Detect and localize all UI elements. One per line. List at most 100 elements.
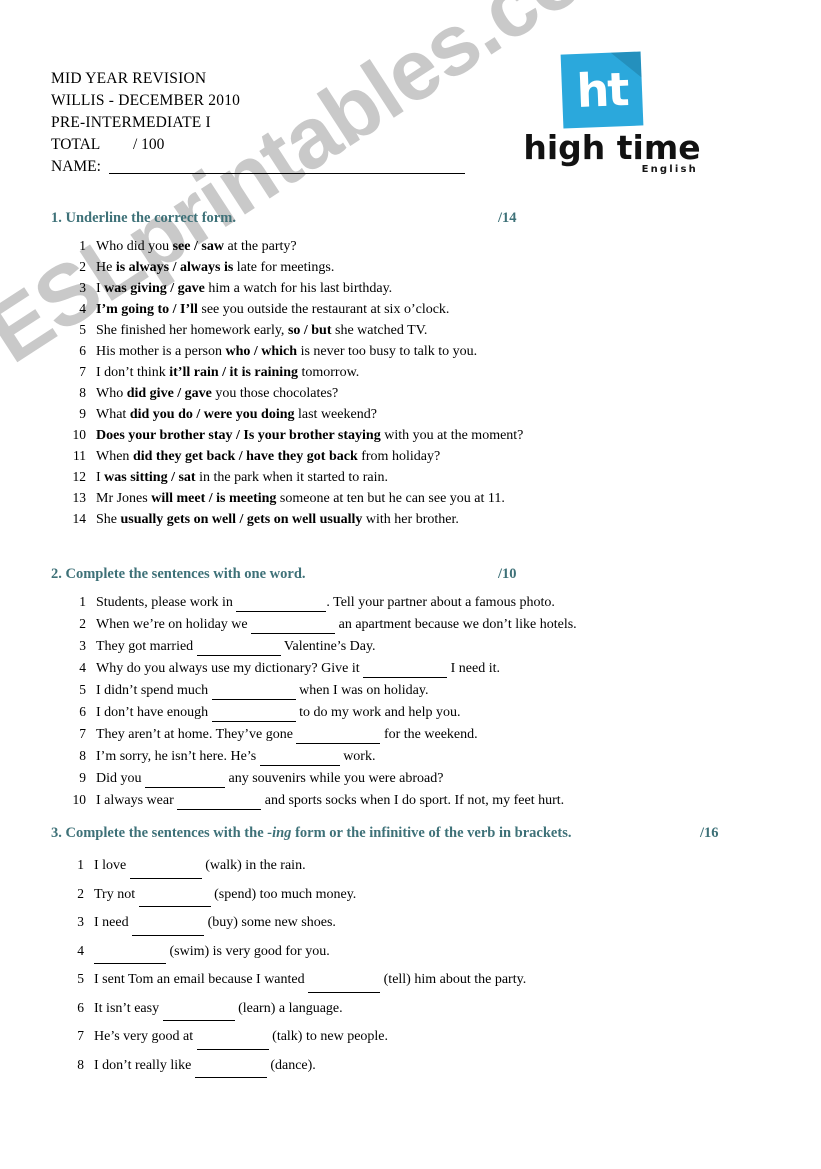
question-text: Why do you always use my dictionary? Giv… [96, 659, 577, 680]
question-text: What did you do / were you doing last we… [96, 405, 523, 425]
question-text-pre: I [96, 281, 105, 296]
question-text-pre: Who did you [96, 239, 173, 254]
section-1-score: /14 [498, 210, 517, 226]
name-input-line[interactable] [108, 173, 465, 174]
answer-choices[interactable]: was giving / gave [104, 281, 205, 296]
question-text: I’m going to / I’ll see you outside the … [96, 300, 523, 320]
header-title-line3: PRE-INTERMEDIATE I [51, 114, 211, 131]
question-item: 10 I always wear and sports socks when I … [62, 790, 577, 812]
answer-blank[interactable] [145, 767, 225, 788]
answer-blank[interactable] [296, 723, 381, 744]
answer-blank[interactable] [138, 880, 211, 907]
answer-blank[interactable] [94, 937, 166, 964]
question-text-pre: She finished her homework early, [96, 323, 288, 338]
question-number: 7 [79, 364, 86, 379]
answer-blank[interactable] [211, 701, 296, 722]
question-number: 8 [77, 1056, 84, 1072]
answer-blank[interactable] [196, 635, 281, 656]
header-title-line2: WILLIS - DECEMBER 2010 [51, 92, 241, 109]
question-text-pre: Try not [94, 886, 139, 902]
answer-blank[interactable] [259, 745, 340, 766]
total-row: TOTAL / 100 [51, 134, 481, 156]
section-3-heading-pre: 3. Complete the sentences with the [51, 825, 268, 841]
answer-choices[interactable]: see / saw [173, 239, 224, 254]
question-number: 2 [77, 885, 84, 901]
answer-blank[interactable] [129, 851, 202, 879]
question-text-post: . Tell your partner about a famous photo… [326, 595, 555, 610]
question-text-pre: It isn’t easy [94, 1000, 163, 1016]
answer-blank[interactable] [132, 908, 205, 936]
question-text: It isn’t easy (learn) a language. [94, 996, 526, 1024]
question-item: 4 (swim) is very good for you. [62, 938, 526, 967]
answer-choices[interactable]: will meet / is meeting [151, 491, 276, 506]
answer-blank[interactable] [194, 1051, 267, 1078]
answer-choices[interactable]: did give / gave [127, 386, 212, 401]
section-3-score: /16 [700, 825, 719, 841]
question-text-pre: I’m sorry, he isn’t here. He’s [96, 749, 260, 764]
question-item: 8 I’m sorry, he isn’t here. He’s work. [62, 746, 577, 768]
section-2-score: /10 [498, 566, 517, 582]
question-item: 9 What did you do / were you doing last w… [62, 404, 523, 425]
question-text-pre: I don’t have enough [96, 705, 212, 720]
section-3-question-list: 1 I love (walk) in the rain. 2 Try not (spe… [62, 852, 526, 1080]
question-text-post: last weekend? [294, 407, 377, 422]
name-label: NAME: [51, 158, 101, 175]
answer-choices[interactable]: Does your brother stay / Is your brother… [96, 428, 381, 443]
answer-choices[interactable]: usually gets on well / gets on well usua… [121, 512, 363, 527]
question-text: Try not (spend) too much money. [94, 882, 526, 910]
question-number: 6 [79, 343, 86, 358]
answer-blank[interactable] [162, 994, 235, 1021]
answer-choices[interactable]: was sitting / sat [104, 470, 195, 485]
question-item: 4 I’m going to / I’ll see you outside the… [62, 299, 523, 320]
question-text: He is always / always is late for meetin… [96, 258, 523, 278]
answer-choices[interactable]: did you do / were you doing [130, 407, 295, 422]
answer-blank[interactable] [236, 591, 327, 612]
answer-choices[interactable]: did they get back / have they got back [133, 449, 358, 464]
question-text-post: someone at ten but he can see you at 11. [276, 491, 505, 506]
answer-blank[interactable] [308, 965, 381, 993]
question-item: 10 Does your brother stay / Is your broth… [62, 425, 524, 446]
question-text-pre: When we’re on holiday we [96, 617, 252, 632]
question-text: He’s very good at (talk) to new people. [94, 1024, 526, 1052]
question-item: 9 Did you any souvenirs while you were ab… [62, 768, 577, 790]
logo-subtitle: English [641, 164, 698, 175]
answer-blank[interactable] [363, 657, 448, 678]
question-text: (swim) is very good for you. [94, 939, 526, 967]
question-number: 6 [77, 999, 84, 1015]
answer-blank[interactable] [177, 789, 262, 810]
answer-choices[interactable]: it’ll rain / it is raining [169, 365, 298, 380]
question-text-post: (walk) in the rain. [201, 858, 306, 873]
question-text-pre: Who [96, 386, 127, 401]
question-item: 5 She finished her homework early, so / b… [62, 320, 523, 341]
question-item: 11 When did they get back / have they got… [62, 446, 523, 467]
question-number: 8 [79, 385, 86, 400]
question-text-post: you those chocolates? [211, 386, 339, 401]
question-text-post: she watched TV. [331, 323, 428, 338]
section-1-question-list: 1 Who did you see / saw at the party? 2 He … [62, 236, 524, 530]
answer-choices[interactable]: so / but [288, 323, 332, 338]
question-text-post: is never too busy to talk to you. [297, 344, 478, 359]
question-text: When did they get back / have they got b… [96, 447, 523, 467]
answer-choices[interactable]: who / which [225, 344, 297, 359]
answer-choices[interactable]: I’m going to / I’ll [96, 302, 198, 317]
question-item: 5 I didn’t spend much when I was on holid… [62, 680, 577, 702]
question-number: 11 [73, 448, 86, 463]
answer-choices[interactable]: is always / always is [116, 260, 233, 275]
question-text: I was sitting / sat in the park when it … [96, 468, 523, 488]
question-text-post: (dance). [266, 1057, 316, 1073]
answer-blank[interactable] [211, 679, 296, 700]
section-1-heading: 1. Underline the correct form. [51, 210, 236, 226]
question-item: 6 I don’t have enough to do my work and h… [62, 702, 577, 724]
question-text: I didn’t spend much when I was on holida… [96, 681, 577, 702]
question-item: 7 He’s very good at (talk) to new people. [62, 1023, 526, 1052]
answer-blank[interactable] [196, 1022, 269, 1050]
question-text-post: with you at the moment? [380, 428, 524, 443]
total-label: TOTAL [51, 136, 101, 153]
question-item: 13 Mr Jones will meet / is meeting someon… [62, 488, 523, 509]
section-2-heading: 2. Complete the sentences with one word. [51, 566, 306, 582]
total-value: / 100 [133, 136, 165, 153]
section-2-question-list: 1 Students, please work in . Tell your pa… [62, 592, 577, 812]
answer-blank[interactable] [251, 613, 336, 634]
question-number: 14 [72, 511, 87, 526]
question-number: 1 [79, 594, 86, 609]
